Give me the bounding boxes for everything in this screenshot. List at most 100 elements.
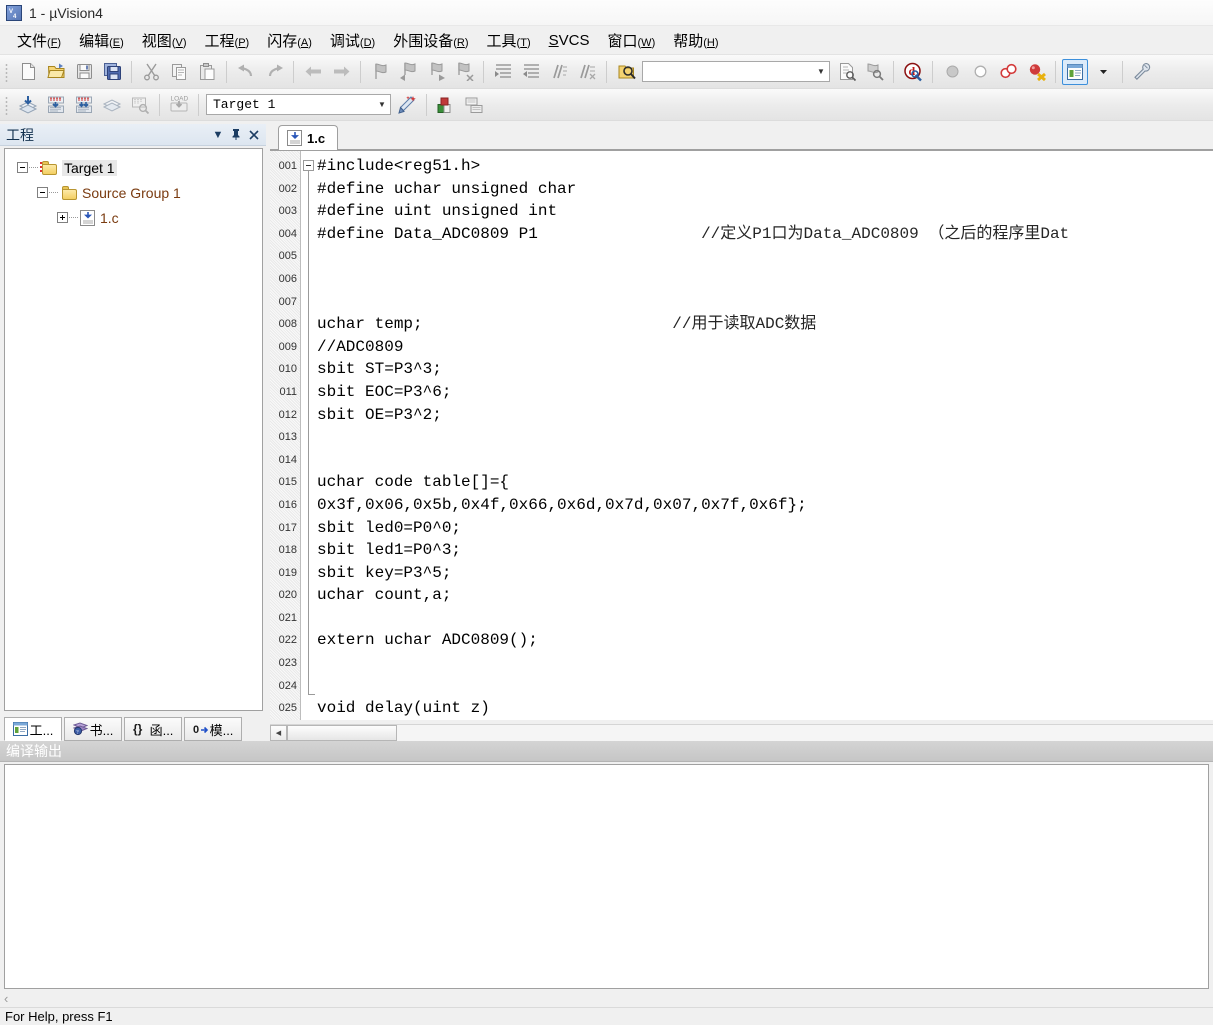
menu-item-edit[interactable]: 编辑 (E) [70, 27, 133, 54]
download-to-flash-button[interactable]: LOAD [166, 92, 192, 118]
paste-button[interactable] [194, 59, 220, 85]
code-line[interactable]: void delay(uint z) [317, 697, 1213, 720]
save-all-button[interactable] [99, 59, 125, 85]
menu-item-flash[interactable]: 闪存 (A) [258, 27, 321, 54]
code-line[interactable]: sbit led0=P0^0; [317, 517, 1213, 540]
batch-build-button[interactable] [99, 92, 125, 118]
save-file-button[interactable] [71, 59, 97, 85]
menu-item-peripherals[interactable]: 外围设备 (R) [384, 27, 477, 54]
panel-pin-icon[interactable] [228, 127, 244, 143]
menu-item-tools[interactable]: 工具 (T) [478, 27, 540, 54]
code-text-area[interactable]: #include<reg51.h> #define uchar unsigned … [317, 151, 1213, 720]
navigate-back-button[interactable] [300, 59, 326, 85]
chevron-down-icon[interactable]: ▼ [813, 62, 829, 81]
disable-all-breakpoints-button[interactable] [995, 59, 1021, 85]
target-options-button[interactable] [394, 92, 420, 118]
new-file-button[interactable] [15, 59, 41, 85]
code-line[interactable]: sbit OE=P3^2; [317, 404, 1213, 427]
disable-breakpoint-button[interactable] [967, 59, 993, 85]
manage-project-items-button[interactable] [461, 92, 487, 118]
tree-item-1-c[interactable]: 1.c [9, 205, 262, 230]
expander-minus-icon[interactable] [37, 187, 48, 198]
code-line[interactable] [317, 607, 1213, 630]
kill-all-breakpoints-button[interactable] [1023, 59, 1049, 85]
chevron-down-icon[interactable]: ▼ [374, 95, 390, 114]
window-dropdown-button[interactable] [1090, 59, 1116, 85]
incremental-find-button[interactable] [861, 59, 887, 85]
toolbar-grip[interactable] [4, 94, 11, 115]
target-options-window-button[interactable] [1062, 58, 1088, 85]
build-output-scroll-row[interactable]: ‹ [0, 989, 1213, 1007]
code-line[interactable]: extern uchar ADC0809(); [317, 629, 1213, 652]
menu-item-view[interactable]: 视图 (V) [133, 27, 196, 54]
scrollbar-track[interactable] [287, 725, 1213, 741]
editor-tab-1-c[interactable]: 1.c [278, 125, 339, 150]
undo-button[interactable] [233, 59, 259, 85]
menu-item-window[interactable]: 窗口 (W) [598, 27, 664, 54]
open-file-button[interactable] [43, 59, 69, 85]
uncomment-selection-button[interactable] [574, 59, 600, 85]
expander-plus-icon[interactable] [57, 212, 68, 223]
comment-selection-button[interactable] [546, 59, 572, 85]
find-in-files-button[interactable] [613, 59, 639, 85]
build-output-text[interactable] [4, 764, 1209, 989]
code-line[interactable]: //ADC0809 [317, 336, 1213, 359]
code-line[interactable] [317, 268, 1213, 291]
configuration-wizard-button[interactable] [1129, 59, 1155, 85]
code-line[interactable] [317, 449, 1213, 472]
scrollbar-thumb[interactable] [287, 725, 397, 741]
find-combo-box[interactable]: ▼ [642, 61, 830, 82]
code-line[interactable]: #define Data_ADC0809 P1 //定义P1口为Data_ADC… [317, 223, 1213, 246]
navigate-forward-button[interactable] [328, 59, 354, 85]
code-line[interactable] [317, 652, 1213, 675]
previous-bookmark-button[interactable] [395, 59, 421, 85]
panel-close-icon[interactable] [246, 127, 262, 143]
editor-horizontal-scrollbar[interactable]: ◀ [270, 724, 1213, 741]
tab-project[interactable]: 工... [4, 717, 62, 741]
find-next-button[interactable] [833, 59, 859, 85]
editor-body[interactable]: 001 002 003 004 005 006 007 008 009 010 011 012 013 0… [270, 150, 1213, 720]
menu-item-debug[interactable]: 调试 (D) [321, 27, 384, 54]
tab-books[interactable]: ? 书... [64, 717, 122, 741]
tree-item-source-group-1[interactable]: Source Group 1 [9, 180, 262, 205]
redo-button[interactable] [261, 59, 287, 85]
tab-templates[interactable]: 0 模... [184, 717, 242, 741]
manage-components-button[interactable] [433, 92, 459, 118]
code-line[interactable]: uchar count,a; [317, 584, 1213, 607]
outdent-button[interactable] [518, 59, 544, 85]
code-line[interactable] [317, 426, 1213, 449]
stop-build-button[interactable] [127, 92, 153, 118]
code-line[interactable]: #include<reg51.h> [317, 155, 1213, 178]
translate-file-button[interactable] [15, 92, 41, 118]
copy-button[interactable] [166, 59, 192, 85]
target-select[interactable]: Target 1 ▼ [206, 94, 391, 115]
panel-menu-dropdown-icon[interactable]: ▼ [210, 127, 226, 143]
code-line[interactable]: 0x3f,0x06,0x5b,0x4f,0x66,0x6d,0x7d,0x07,… [317, 494, 1213, 517]
debug-start-stop-button[interactable]: d [900, 59, 926, 85]
fold-collapse-box[interactable] [303, 160, 314, 171]
menu-item-svcs[interactable]: SVCS [540, 29, 599, 52]
menu-item-file[interactable]: 文件 (F) [8, 27, 70, 54]
code-line[interactable]: sbit EOC=P3^6; [317, 381, 1213, 404]
project-tree[interactable]: Target 1 Source Group 1 1.c [4, 148, 263, 711]
scroll-left-button[interactable]: ◀ [270, 725, 287, 741]
tab-functions[interactable]: {} 函... [124, 717, 182, 741]
build-target-button[interactable] [43, 92, 69, 118]
menu-item-project[interactable]: 工程 (P) [196, 27, 259, 54]
code-line[interactable]: #define uint unsigned int [317, 200, 1213, 223]
code-line[interactable]: sbit led1=P0^3; [317, 539, 1213, 562]
code-line[interactable]: #define uchar unsigned char [317, 178, 1213, 201]
code-folding-column[interactable] [301, 151, 317, 720]
code-line[interactable]: sbit ST=P3^3; [317, 358, 1213, 381]
expander-minus-icon[interactable] [17, 162, 28, 173]
cut-button[interactable] [138, 59, 164, 85]
menu-item-help[interactable]: 帮助 (H) [664, 27, 727, 54]
rebuild-all-button[interactable] [71, 92, 97, 118]
code-line[interactable]: uchar code table[]={ [317, 471, 1213, 494]
next-bookmark-button[interactable] [423, 59, 449, 85]
insert-breakpoint-button[interactable] [939, 59, 965, 85]
clear-bookmarks-button[interactable] [451, 59, 477, 85]
scroll-left-marker-icon[interactable]: ‹ [4, 991, 8, 1006]
code-line[interactable] [317, 291, 1213, 314]
tree-item-target-1[interactable]: Target 1 [9, 155, 262, 180]
